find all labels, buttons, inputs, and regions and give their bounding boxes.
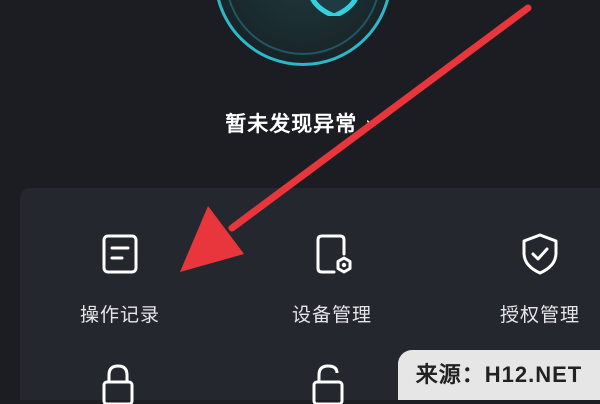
tile-operation-records[interactable]: 操作记录 xyxy=(40,232,200,327)
lock-icon xyxy=(102,364,134,404)
security-status-ring xyxy=(214,0,392,66)
shield-icon xyxy=(310,0,358,16)
document-icon xyxy=(102,234,138,274)
shield-check-icon xyxy=(522,233,558,275)
tile-lock[interactable] xyxy=(100,364,140,404)
status-text: 暂未发现异常 xyxy=(225,112,358,136)
tile-unlock[interactable] xyxy=(310,364,350,404)
status-link[interactable]: 暂未发现异常 › xyxy=(0,108,600,138)
unlock-icon xyxy=(312,364,344,404)
chevron-right-icon: › xyxy=(365,112,375,136)
device-settings-icon xyxy=(316,234,352,274)
tile-device-management[interactable]: 设备管理 xyxy=(252,232,412,327)
tile-authorization-management[interactable]: 授权管理 xyxy=(460,232,600,327)
source-watermark: 来源：H12.NET xyxy=(398,350,600,400)
security-header xyxy=(0,0,600,180)
tile-label: 设备管理 xyxy=(291,304,372,326)
tile-label: 操作记录 xyxy=(79,304,160,326)
tile-label: 授权管理 xyxy=(499,304,580,326)
